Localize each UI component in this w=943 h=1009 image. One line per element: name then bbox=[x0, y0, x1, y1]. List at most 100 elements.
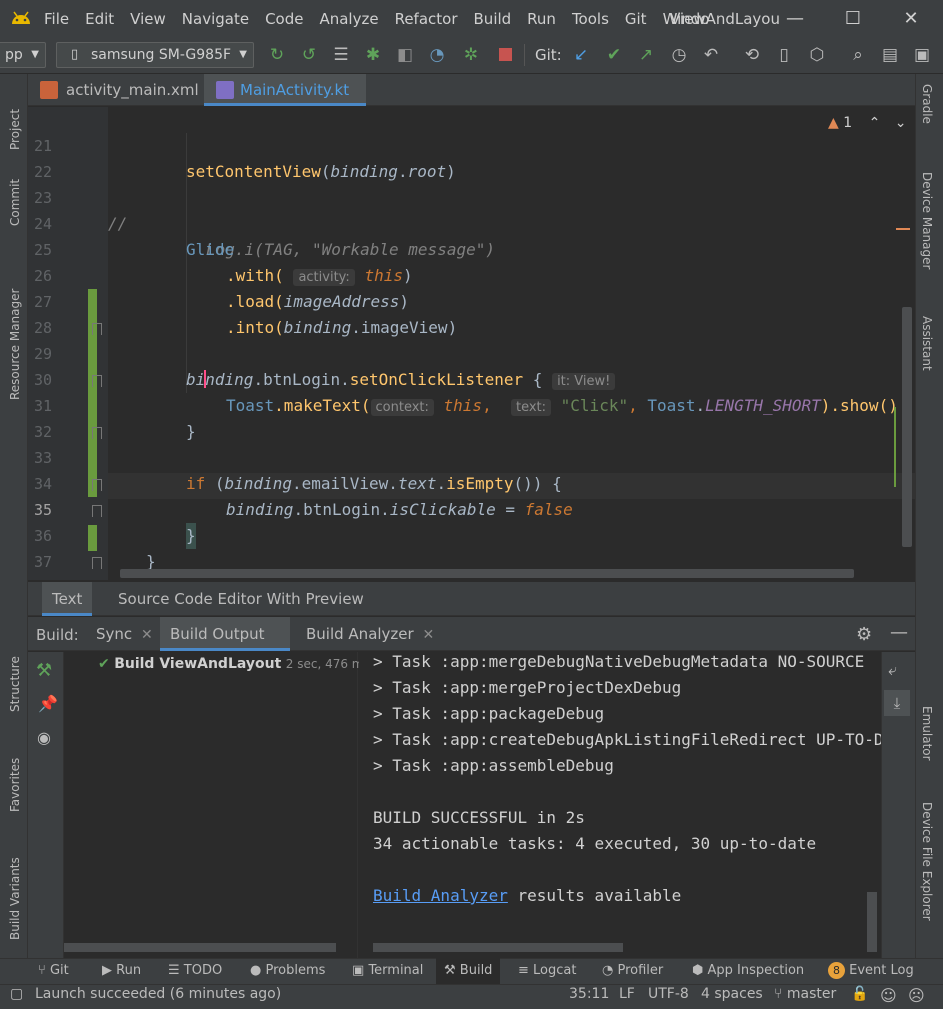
code-line: 32 bbox=[28, 393, 915, 441]
build-analyzer-link[interactable]: Build Analyzer bbox=[373, 886, 508, 905]
status-message[interactable]: Launch succeeded (6 minutes ago) bbox=[35, 986, 281, 1002]
minimize-icon[interactable]: — bbox=[780, 6, 810, 32]
coverage-icon[interactable]: ◧ bbox=[393, 43, 417, 67]
sync-gradle-icon[interactable]: ⟲ bbox=[740, 43, 764, 67]
output-vertical-scrollbar[interactable] bbox=[867, 892, 877, 952]
build-tree-item[interactable]: ✔ Build ViewAndLayout 2 sec, 476 ms bbox=[98, 656, 370, 672]
profiler-tool-button[interactable]: ◔ Profiler bbox=[602, 958, 663, 984]
git-history-icon[interactable]: ◷ bbox=[667, 43, 691, 67]
attach-debugger-icon[interactable]: ✲ bbox=[459, 43, 483, 67]
menu-navigate[interactable]: Navigate bbox=[182, 10, 257, 28]
indent-setting[interactable]: 4 spaces bbox=[701, 986, 763, 1002]
settings-gear-icon[interactable]: ⚙ bbox=[856, 624, 872, 645]
menu-run[interactable]: Run bbox=[527, 10, 564, 28]
code-line: 33 if (binding.emailView.text.isEmpty())… bbox=[28, 419, 915, 493]
run-configs-list-icon[interactable]: ☰ bbox=[329, 43, 353, 67]
git-branch-icon: ⑂ bbox=[38, 963, 46, 978]
favorites-tool-button[interactable]: Favorites bbox=[8, 740, 22, 812]
vertical-scrollbar[interactable] bbox=[902, 307, 912, 547]
event-count-badge: 8 bbox=[828, 962, 845, 979]
apply-code-changes-icon[interactable]: ↺ bbox=[297, 43, 321, 67]
soft-wrap-icon[interactable]: ⤶ bbox=[888, 660, 897, 680]
horizontal-scrollbar[interactable] bbox=[120, 569, 854, 578]
git-commit-icon[interactable]: ✔ bbox=[602, 43, 626, 67]
profile-icon[interactable]: ◔ bbox=[425, 43, 449, 67]
menu-refactor[interactable]: Refactor bbox=[395, 10, 466, 28]
menu-code[interactable]: Code bbox=[265, 10, 311, 28]
branch-name: master bbox=[786, 986, 837, 1002]
happy-face-icon[interactable]: ☺ bbox=[880, 986, 897, 1005]
menu-build[interactable]: Build bbox=[474, 10, 520, 28]
project-structure-icon[interactable]: ▤ bbox=[878, 43, 902, 67]
scroll-to-end-icon[interactable]: ⤓ bbox=[884, 690, 910, 716]
debug-icon[interactable]: ✱ bbox=[361, 43, 385, 67]
lock-icon[interactable]: 🔓 bbox=[851, 986, 868, 1002]
tab-build-analyzer[interactable]: Build Analyzer ✕ bbox=[296, 617, 444, 651]
tab-text[interactable]: Text bbox=[42, 582, 93, 616]
tree-horizontal-scrollbar[interactable] bbox=[64, 943, 336, 952]
build-output-console[interactable]: > Task :app:mergeDebugNativeDebugMetadat… bbox=[359, 652, 881, 958]
pin-icon[interactable]: 📌 bbox=[38, 694, 58, 713]
tab-build-output[interactable]: Build Output ✕ bbox=[160, 617, 290, 677]
line-separator[interactable]: LF bbox=[619, 986, 635, 1002]
run-config-combo[interactable]: pp ▼ bbox=[0, 42, 46, 68]
device-file-explorer-tool-button[interactable]: Device File Explorer bbox=[920, 802, 934, 942]
tab-source-preview[interactable]: Source Code Editor With Preview bbox=[108, 582, 374, 616]
menu-edit[interactable]: Edit bbox=[85, 10, 122, 28]
git-push-icon[interactable]: ↗ bbox=[634, 43, 658, 67]
sdk-manager-icon[interactable]: ⬡ bbox=[805, 43, 829, 67]
commit-tool-button[interactable]: Commit bbox=[8, 166, 22, 226]
device-manager-icon[interactable]: ▯ bbox=[772, 43, 796, 67]
menu-file[interactable]: File bbox=[44, 10, 77, 28]
menu-analyze[interactable]: Analyze bbox=[319, 10, 386, 28]
status-toggle-icon[interactable]: ▢ bbox=[10, 986, 23, 1002]
stop-icon[interactable] bbox=[493, 43, 517, 67]
structure-tool-button[interactable]: Structure bbox=[8, 640, 22, 712]
code-editor[interactable]: ▲ 1 ⌃ ⌄ 21 setContentView(binding.root) … bbox=[28, 107, 915, 580]
git-rollback-icon[interactable]: ↶ bbox=[699, 43, 723, 67]
caret-position[interactable]: 35:11 bbox=[569, 986, 609, 1002]
device-combo[interactable]: ▯ samsung SM-G985F ▼ bbox=[56, 42, 254, 68]
menu-tools[interactable]: Tools bbox=[572, 10, 617, 28]
hide-panel-icon[interactable]: — bbox=[890, 622, 908, 643]
close-tab-icon[interactable]: ✕ bbox=[141, 627, 153, 643]
eye-icon[interactable]: ◉ bbox=[37, 728, 51, 747]
event-log-tool-button[interactable]: 8 Event Log bbox=[828, 958, 914, 984]
error-stripe-marker[interactable] bbox=[896, 228, 910, 230]
todo-tool-button[interactable]: ☰ TODO bbox=[168, 958, 222, 984]
output-horizontal-scrollbar[interactable] bbox=[373, 943, 623, 952]
emulator-tool-button[interactable]: Emulator bbox=[920, 706, 934, 778]
file-encoding[interactable]: UTF-8 bbox=[648, 986, 689, 1002]
git-update-icon[interactable]: ↙ bbox=[569, 43, 593, 67]
apply-changes-restart-icon[interactable]: ↻ bbox=[265, 43, 289, 67]
gradle-tool-button[interactable]: Gradle bbox=[920, 84, 934, 144]
git-branch-widget[interactable]: ⑂ master bbox=[774, 986, 836, 1002]
terminal-tool-button[interactable]: ▣ Terminal bbox=[352, 958, 423, 984]
git-tool-button[interactable]: ⑂ Git bbox=[38, 958, 69, 984]
run-tool-button[interactable]: ▶ Run bbox=[102, 958, 141, 984]
sad-face-icon[interactable]: ☹ bbox=[908, 986, 925, 1005]
close-window-icon[interactable]: ✕ bbox=[896, 6, 926, 32]
app-inspection-tool-button[interactable]: ⬢ App Inspection bbox=[692, 958, 804, 984]
resource-manager-tool-button[interactable]: Resource Manager bbox=[8, 260, 22, 400]
device-manager-tool-button[interactable]: Device Manager bbox=[920, 172, 934, 292]
project-tool-button[interactable]: Project bbox=[8, 80, 22, 150]
logcat-icon: ≡ bbox=[518, 963, 529, 978]
search-icon[interactable]: ⌕ bbox=[846, 43, 870, 67]
close-tab-icon[interactable]: ✕ bbox=[422, 627, 434, 643]
code-line: 35 } bbox=[28, 471, 915, 549]
build-tool-button[interactable]: ⚒ Build bbox=[436, 958, 501, 984]
assistant-tool-button[interactable]: Assistant bbox=[920, 316, 934, 388]
maximize-icon[interactable]: ☐ bbox=[838, 6, 868, 32]
menu-git[interactable]: Git bbox=[625, 10, 655, 28]
logcat-tool-button[interactable]: ≡ Logcat bbox=[518, 958, 576, 984]
settings-icon[interactable]: ▣ bbox=[910, 43, 934, 67]
build-hammer-icon[interactable]: ⚒ bbox=[36, 660, 52, 681]
code-line: 24 Glide bbox=[28, 185, 915, 259]
tool-label: App Inspection bbox=[707, 963, 805, 978]
menu-view[interactable]: View bbox=[130, 10, 174, 28]
build-variants-tool-button[interactable]: Build Variants bbox=[8, 840, 22, 940]
code-line: 23 // Log.i(TAG, "Workable message") bbox=[28, 159, 915, 259]
problems-tool-button[interactable]: ● Problems bbox=[250, 958, 325, 984]
tab-sync[interactable]: Sync ✕ bbox=[86, 617, 163, 651]
